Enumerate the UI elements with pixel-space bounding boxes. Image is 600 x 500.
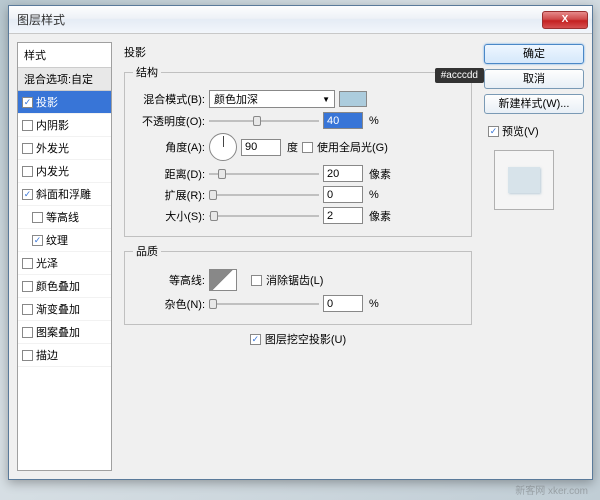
style-item-label: 颜色叠加 — [36, 278, 80, 294]
angle-input[interactable] — [241, 139, 281, 156]
size-input[interactable] — [323, 207, 363, 224]
style-checkbox[interactable] — [32, 212, 43, 223]
style-checkbox[interactable] — [22, 143, 33, 154]
style-checkbox[interactable] — [22, 166, 33, 177]
close-button[interactable]: X — [542, 11, 588, 29]
size-slider[interactable] — [209, 209, 319, 223]
style-checkbox[interactable]: ✓ — [22, 97, 33, 108]
contour-picker[interactable] — [209, 269, 237, 291]
opacity-unit: % — [369, 115, 379, 127]
style-checkbox[interactable] — [22, 120, 33, 131]
antialias-checkbox[interactable] — [251, 275, 262, 286]
style-checkbox[interactable] — [22, 350, 33, 361]
watermark: 新客网 xker.com — [515, 482, 588, 497]
style-item-label: 外发光 — [36, 140, 69, 156]
quality-legend: 品质 — [133, 243, 161, 259]
main-panel: 投影 结构 混合模式(B): 颜色加深 ▼ 不透明度(O): % — [120, 42, 476, 471]
distance-slider[interactable] — [209, 167, 319, 181]
style-item-label: 描边 — [36, 347, 58, 363]
style-item-label: 内发光 — [36, 163, 69, 179]
blend-mode-label: 混合模式(B): — [133, 91, 205, 107]
style-item[interactable]: 内发光 — [18, 160, 111, 183]
color-swatch[interactable] — [339, 91, 367, 107]
angle-dial[interactable] — [209, 133, 237, 161]
style-item-label: 内阴影 — [36, 117, 69, 133]
blend-options-header[interactable]: 混合选项:自定 — [18, 68, 111, 91]
distance-input[interactable] — [323, 165, 363, 182]
style-item[interactable]: 内阴影 — [18, 114, 111, 137]
size-label: 大小(S): — [133, 208, 205, 224]
content-area: 样式 混合选项:自定 ✓投影内阴影外发光内发光✓斜面和浮雕等高线✓纹理光泽颜色叠… — [9, 34, 592, 479]
noise-slider[interactable] — [209, 297, 319, 311]
cancel-button[interactable]: 取消 — [484, 69, 584, 89]
preview-label: 预览(V) — [502, 123, 539, 139]
button-column: 确定 取消 新建样式(W)... ✓ 预览(V) — [484, 42, 584, 471]
style-item-label: 斜面和浮雕 — [36, 186, 91, 202]
knockout-label: 图层挖空投影(U) — [265, 331, 346, 347]
preview-thumbnail — [508, 167, 540, 193]
style-item[interactable]: ✓纹理 — [18, 229, 111, 252]
style-item-label: 渐变叠加 — [36, 301, 80, 317]
spread-slider[interactable] — [209, 188, 319, 202]
preview-box — [494, 150, 554, 210]
style-item[interactable]: 描边 — [18, 344, 111, 367]
style-item[interactable]: 颜色叠加 — [18, 275, 111, 298]
opacity-input[interactable] — [323, 112, 363, 129]
preview-checkbox[interactable]: ✓ — [488, 126, 499, 137]
style-checkbox[interactable]: ✓ — [32, 235, 43, 246]
style-item-label: 等高线 — [46, 209, 79, 225]
panel-title: 投影 — [124, 44, 472, 60]
style-item-label: 图案叠加 — [36, 324, 80, 340]
quality-group: 品质 等高线: 消除锯齿(L) 杂色(N): % — [124, 243, 472, 325]
noise-unit: % — [369, 298, 379, 310]
style-item[interactable]: 等高线 — [18, 206, 111, 229]
antialias-label: 消除锯齿(L) — [266, 272, 323, 288]
spread-input[interactable] — [323, 186, 363, 203]
structure-legend: 结构 — [133, 64, 161, 80]
angle-label: 角度(A): — [133, 139, 205, 155]
knockout-checkbox[interactable]: ✓ — [250, 334, 261, 345]
style-checkbox[interactable] — [22, 304, 33, 315]
style-item[interactable]: ✓斜面和浮雕 — [18, 183, 111, 206]
opacity-slider[interactable] — [209, 114, 319, 128]
blend-mode-value: 颜色加深 — [214, 91, 258, 107]
global-light-label: 使用全局光(G) — [317, 139, 388, 155]
opacity-label: 不透明度(O): — [133, 113, 205, 129]
style-checkbox[interactable] — [22, 327, 33, 338]
size-unit: 像素 — [369, 208, 391, 224]
style-item-label: 投影 — [36, 94, 58, 110]
style-item[interactable]: ✓投影 — [18, 91, 111, 114]
style-list-header[interactable]: 样式 — [18, 43, 111, 68]
blend-mode-combo[interactable]: 颜色加深 ▼ — [209, 90, 335, 108]
angle-unit: 度 — [287, 139, 298, 155]
noise-input[interactable] — [323, 295, 363, 312]
titlebar[interactable]: 图层样式 X — [9, 6, 592, 34]
style-item-label: 纹理 — [46, 232, 68, 248]
new-style-button[interactable]: 新建样式(W)... — [484, 94, 584, 114]
style-checkbox[interactable] — [22, 258, 33, 269]
global-light-checkbox[interactable] — [302, 142, 313, 153]
style-list: 样式 混合选项:自定 ✓投影内阴影外发光内发光✓斜面和浮雕等高线✓纹理光泽颜色叠… — [17, 42, 112, 471]
spread-unit: % — [369, 189, 379, 201]
style-item[interactable]: 光泽 — [18, 252, 111, 275]
color-tooltip: #acccdd — [435, 68, 484, 83]
style-item[interactable]: 渐变叠加 — [18, 298, 111, 321]
ok-button[interactable]: 确定 — [484, 44, 584, 64]
chevron-down-icon: ▼ — [322, 95, 330, 104]
style-checkbox[interactable]: ✓ — [22, 189, 33, 200]
structure-group: 结构 混合模式(B): 颜色加深 ▼ 不透明度(O): % 角度( — [124, 64, 472, 237]
contour-label: 等高线: — [133, 272, 205, 288]
window-title: 图层样式 — [17, 11, 542, 28]
style-checkbox[interactable] — [22, 281, 33, 292]
dialog-window: 图层样式 X 样式 混合选项:自定 ✓投影内阴影外发光内发光✓斜面和浮雕等高线✓… — [8, 5, 593, 480]
style-item-label: 光泽 — [36, 255, 58, 271]
style-item[interactable]: 外发光 — [18, 137, 111, 160]
noise-label: 杂色(N): — [133, 296, 205, 312]
distance-unit: 像素 — [369, 166, 391, 182]
style-item[interactable]: 图案叠加 — [18, 321, 111, 344]
distance-label: 距离(D): — [133, 166, 205, 182]
spread-label: 扩展(R): — [133, 187, 205, 203]
